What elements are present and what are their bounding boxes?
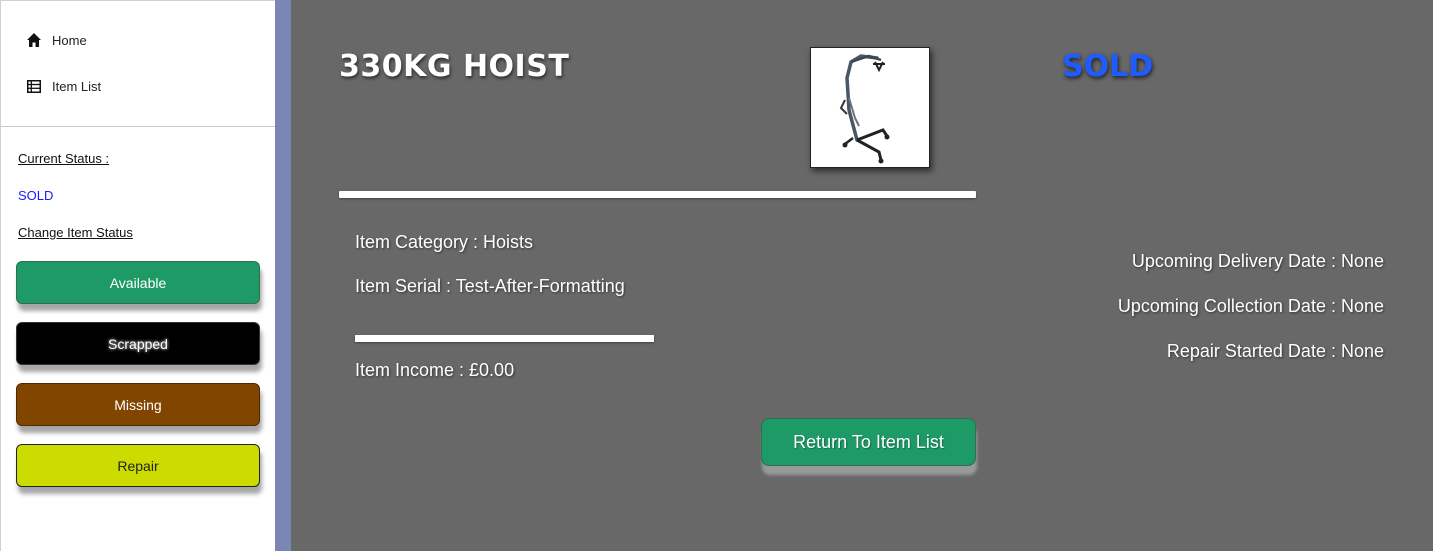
divider-small [355, 335, 654, 342]
sidebar-divider [275, 0, 291, 551]
scrapped-button[interactable]: Scrapped [16, 322, 260, 365]
missing-button[interactable]: Missing [16, 383, 260, 426]
item-category: Item Category : Hoists [355, 232, 534, 252]
item-detail-panel: 330KG HOIST SOLD Item Category : Hoists … [291, 0, 1433, 551]
nav-item-label: Item List [52, 78, 102, 94]
available-button[interactable]: Available [16, 261, 260, 304]
item-status-badge: SOLD [1062, 49, 1154, 84]
upcoming-collection-date: Upcoming Collection Date : None [1117, 296, 1384, 316]
upcoming-delivery-date: Upcoming Delivery Date : None [1131, 251, 1384, 271]
divider-top [339, 191, 976, 198]
nav-item-home[interactable]: Home [1, 27, 275, 53]
item-serial: Item Serial : Test-After-Formatting [355, 276, 625, 296]
nav-item-label: Home [52, 32, 87, 48]
sidebar-nav: Home Item List [1, 1, 275, 127]
home-icon [25, 31, 43, 49]
current-status-label: Current Status : [18, 151, 110, 166]
status-panel: Current Status : SOLD Change Item Status [1, 127, 275, 240]
item-title: 330KG HOIST [339, 49, 570, 84]
sidebar: Home Item List Current Status : SOLD Cha… [0, 0, 275, 551]
table-list-icon [25, 77, 43, 95]
nav-item-item-list[interactable]: Item List [1, 73, 275, 99]
repair-button[interactable]: Repair [16, 444, 260, 487]
return-to-item-list-button[interactable]: Return To Item List [761, 418, 976, 466]
hoist-image [810, 47, 930, 168]
change-status-label: Change Item Status [18, 225, 133, 240]
item-income: Item Income : £0.00 [355, 360, 515, 380]
repair-started-date: Repair Started Date : None [1166, 341, 1384, 361]
current-status-value: SOLD [18, 188, 54, 203]
